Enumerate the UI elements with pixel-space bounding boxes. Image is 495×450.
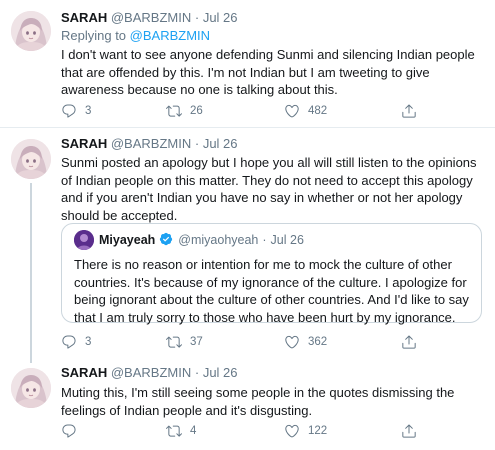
replying-to-label: Replying to bbox=[61, 28, 130, 43]
display-name[interactable]: SARAH bbox=[61, 136, 107, 151]
quoted-display-name[interactable]: Miyayeah bbox=[99, 233, 155, 247]
tweet-3[interactable]: SARAH @BARBZMIN · Jul 26 Muting this, I'… bbox=[0, 357, 495, 450]
like-count: 122 bbox=[308, 425, 328, 437]
reply-icon bbox=[61, 103, 77, 119]
retweet-icon bbox=[166, 103, 182, 119]
verified-badge-icon bbox=[159, 232, 173, 249]
tweet-1[interactable]: SARAH @BARBZMIN · Jul 26 Replying to @BA… bbox=[0, 0, 495, 127]
reply-button[interactable]: 3 bbox=[61, 334, 91, 350]
reply-icon bbox=[61, 334, 77, 350]
tweet-text: I don't want to see anyone defending Sun… bbox=[61, 47, 475, 98]
reply-count: 3 bbox=[85, 105, 92, 117]
like-button[interactable]: 122 bbox=[284, 423, 327, 439]
tweet-text: Sunmi posted an apology but I hope you a… bbox=[61, 155, 477, 223]
like-button[interactable]: 362 bbox=[284, 334, 327, 350]
reply-icon bbox=[61, 423, 77, 439]
like-count: 482 bbox=[308, 105, 328, 117]
share-button[interactable] bbox=[401, 103, 417, 119]
reply-count: 3 bbox=[85, 336, 92, 348]
separator-dot: · bbox=[194, 365, 200, 380]
tweet-date[interactable]: Jul 26 bbox=[203, 365, 238, 380]
retweet-count: 4 bbox=[190, 425, 197, 437]
separator-dot: · bbox=[262, 233, 267, 247]
retweet-count: 37 bbox=[190, 336, 203, 348]
retweet-button[interactable]: 4 bbox=[166, 423, 196, 439]
tweet-date[interactable]: Jul 26 bbox=[203, 10, 238, 25]
reply-button[interactable]: 3 bbox=[61, 103, 91, 119]
quoted-avatar[interactable] bbox=[74, 230, 94, 250]
quoted-tweet-text: There is no reason or intention for me t… bbox=[74, 257, 469, 325]
separator-dot: · bbox=[194, 10, 200, 25]
tweet-2[interactable]: SARAH @BARBZMIN · Jul 26 Sunmi posted an… bbox=[0, 128, 495, 357]
tweet-date[interactable]: Jul 26 bbox=[203, 136, 238, 151]
user-handle[interactable]: @BARBZMIN bbox=[111, 10, 191, 25]
share-icon bbox=[401, 423, 417, 439]
avatar[interactable] bbox=[11, 139, 51, 179]
heart-icon bbox=[284, 423, 300, 439]
user-handle[interactable]: @BARBZMIN bbox=[111, 136, 191, 151]
separator-dot: · bbox=[194, 136, 200, 151]
quoted-tweet-date[interactable]: Jul 26 bbox=[271, 233, 304, 247]
tweet-text: Muting this, I'm still seeing some peopl… bbox=[61, 385, 455, 418]
tweet-header: SARAH @BARBZMIN · Jul 26 bbox=[61, 136, 483, 152]
replying-to: Replying to @BARBZMIN bbox=[61, 27, 483, 44]
share-button[interactable] bbox=[401, 334, 417, 350]
display-name[interactable]: SARAH bbox=[61, 10, 107, 25]
share-icon bbox=[401, 103, 417, 119]
retweet-icon bbox=[166, 423, 182, 439]
retweet-button[interactable]: 37 bbox=[166, 334, 203, 350]
tweet-header: SARAH @BARBZMIN · Jul 26 bbox=[61, 10, 483, 26]
heart-icon bbox=[284, 334, 300, 350]
retweet-button[interactable]: 26 bbox=[166, 103, 203, 119]
quoted-tweet-header: Miyayeah @miyaohyeah · Jul 26 bbox=[74, 230, 304, 250]
heart-icon bbox=[284, 103, 300, 119]
user-handle[interactable]: @BARBZMIN bbox=[111, 365, 191, 380]
avatar[interactable] bbox=[11, 11, 51, 51]
like-button[interactable]: 482 bbox=[284, 103, 327, 119]
tweet-thread: SARAH @BARBZMIN · Jul 26 Replying to @BA… bbox=[0, 0, 495, 450]
share-icon bbox=[401, 334, 417, 350]
share-button[interactable] bbox=[401, 423, 417, 439]
reply-button[interactable] bbox=[61, 423, 85, 439]
replying-to-link[interactable]: @BARBZMIN bbox=[130, 28, 210, 43]
retweet-count: 26 bbox=[190, 105, 203, 117]
quoted-tweet[interactable]: Miyayeah @miyaohyeah · Jul 26 There is n… bbox=[61, 223, 482, 325]
display-name[interactable]: SARAH bbox=[61, 365, 107, 380]
like-count: 362 bbox=[308, 336, 328, 348]
retweet-icon bbox=[166, 334, 182, 350]
tweet-header: SARAH @BARBZMIN · Jul 26 bbox=[61, 365, 483, 381]
avatar[interactable] bbox=[11, 368, 51, 408]
quoted-user-handle[interactable]: @miyaohyeah bbox=[178, 233, 258, 247]
